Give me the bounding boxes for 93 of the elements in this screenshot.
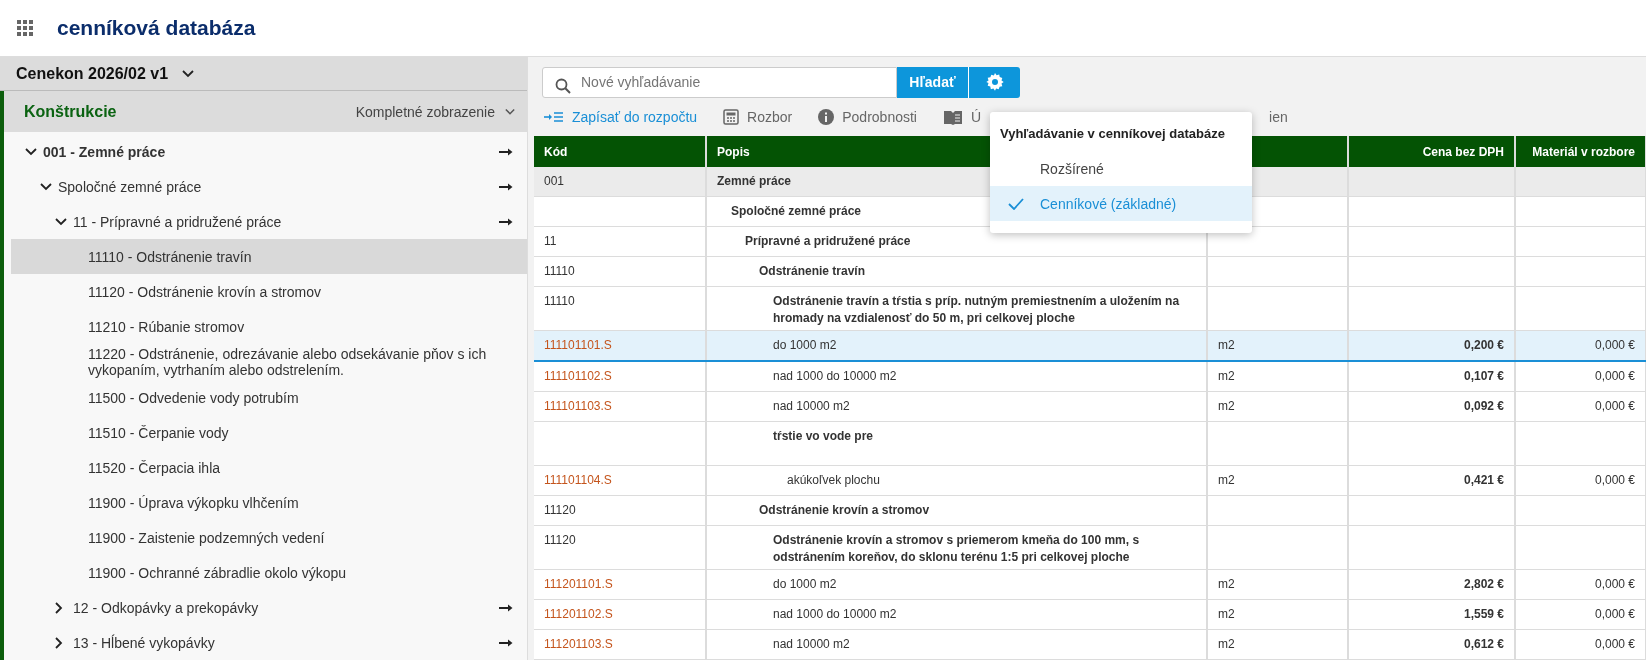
table-cell: 0,000 € — [1594, 473, 1635, 487]
table-cell: Odstránenie travín a tŕstia s príp. nutným premiestnením a uložením na hromady na vzdialenosť do 50 m, pri celkovej ploche — [773, 294, 1180, 325]
table-cell: 0,000 € — [1594, 607, 1635, 621]
table-cell: 11110 — [544, 294, 575, 308]
section-title: Konštrukcie — [24, 102, 117, 121]
table-cell: m2 — [1218, 399, 1235, 413]
tree-item[interactable]: 11900 - Zaistenie podzemných vedení — [11, 520, 527, 555]
tree-item[interactable]: 12 - Odkopávky a prekopávky — [11, 590, 527, 625]
tree-item[interactable]: 11510 - Čerpanie vody — [11, 415, 527, 450]
table-cell: 0,107 € — [1463, 369, 1504, 383]
chevron-right-icon — [55, 601, 63, 614]
table-cell: 111201102.S — [544, 607, 613, 621]
chevron-down-icon — [55, 217, 67, 226]
table-cell: 0,612 € — [1463, 637, 1504, 651]
tree-item[interactable]: 11210 - Rúbanie stromov — [11, 309, 527, 344]
table-cell: m2 — [1218, 338, 1235, 352]
table-cell: nad 10000 m2 — [773, 637, 850, 651]
tree-item[interactable]: 11900 - Úprava výkopku vlhčením — [11, 485, 527, 520]
calculator-icon — [723, 108, 740, 125]
app-title: cenníková databáza — [57, 16, 256, 40]
table-cell: 111201103.S — [544, 637, 613, 651]
info-icon — [818, 108, 835, 125]
table-cell: 111101104.S — [544, 473, 612, 487]
search-field[interactable]: Nové vyhľadávanie — [542, 67, 897, 98]
table-cell: 0,092 € — [1463, 399, 1504, 413]
table-cell: Odstránenie krovín a stromov — [759, 503, 930, 517]
table-cell: 111101101.S — [544, 338, 612, 352]
chevron-down-icon — [40, 182, 52, 191]
chevron-down-icon — [505, 107, 515, 116]
table-cell: 11 — [544, 234, 557, 248]
arrow-right-icon — [499, 638, 513, 647]
table-cell: do 1000 m2 — [773, 577, 837, 591]
table-cell: nad 1000 do 10000 m2 — [773, 369, 897, 383]
chevron-down-icon — [182, 69, 195, 78]
table-cell: nad 10000 m2 — [773, 399, 850, 413]
table-cell: 11120 — [544, 533, 576, 547]
column-header: Materiál v rozbore — [1515, 136, 1646, 167]
tree-item[interactable]: 11120 - Odstránenie krovín a stromov — [11, 274, 527, 309]
table-cell: 2,802 € — [1463, 577, 1504, 591]
settings-icon — [985, 73, 1004, 92]
table-cell: 0,000 € — [1594, 399, 1635, 413]
tree-item[interactable]: Spoločné zemné práce — [11, 169, 527, 204]
arrow-list-icon — [544, 110, 564, 123]
table-cell: 111101102.S — [544, 369, 612, 383]
column-header: Kód — [534, 136, 706, 167]
arrow-right-icon — [499, 217, 513, 226]
table-cell: akúkoľvek plochu — [787, 473, 880, 487]
column-header: Cena bez DPH — [1348, 136, 1515, 167]
table-cell: Spoločné zemné práce — [731, 204, 862, 218]
table-cell: m2 — [1218, 473, 1235, 487]
table-cell: m2 — [1218, 577, 1235, 591]
tree-item[interactable]: 11220 - Odstránenie, odrezávanie alebo odsekávanie pňov s ich vykopaním, vytrhaním alebo odstrelením. — [11, 344, 527, 380]
table-cell: 1,559 € — [1463, 607, 1504, 621]
table-cell: Odstránenie krovín a stromov s priemerom kmeňa do 100 mm, s odstránením koreňov, do sklonu terénu 1:5 pri celkovej ploche — [773, 533, 1140, 564]
table-cell: 11110 — [544, 264, 575, 278]
table-cell: 11120 — [544, 503, 576, 517]
apps-grid-icon[interactable] — [17, 20, 33, 36]
tree-item[interactable]: 11500 - Odvedenie vody potrubím — [11, 380, 527, 415]
tree-item[interactable]: 001 - Zemné práce — [11, 134, 527, 169]
table-cell: do 1000 m2 — [773, 338, 837, 352]
table-cell: m2 — [1218, 637, 1235, 651]
table-cell: Odstránenie travín — [759, 264, 866, 278]
settings-button[interactable] — [968, 67, 1020, 98]
table-cell: Zemné práce — [717, 174, 792, 188]
table-cell: 0,000 € — [1594, 637, 1635, 651]
table-cell: 0,000 € — [1594, 369, 1635, 383]
book-icon — [942, 108, 963, 125]
table-cell: Prípravné a pridružené práce — [745, 234, 911, 248]
tree-item[interactable]: 11 - Prípravné a pridružené práce — [11, 204, 527, 239]
arrow-right-icon — [499, 603, 513, 612]
table-cell: 0,000 € — [1594, 577, 1635, 591]
table-cell: 111201101.S — [544, 577, 613, 591]
arrow-right-icon — [499, 147, 513, 156]
table-cell: 0,000 € — [1594, 338, 1635, 352]
check-icon — [1008, 197, 1024, 210]
table-cell: 001 — [544, 174, 565, 188]
table-cell: 111101103.S — [544, 399, 612, 413]
version-selector[interactable]: Cenekon 2026/02 v1 — [0, 57, 527, 91]
version-label: Cenekon 2026/02 v1 — [16, 64, 169, 83]
table-cell: nad 1000 do 10000 m2 — [773, 607, 897, 621]
tree-item[interactable]: 11520 - Čerpacia ihla — [11, 450, 527, 485]
chevron-down-icon — [25, 147, 37, 156]
chevron-right-icon — [55, 636, 63, 649]
arrow-right-icon — [499, 182, 513, 191]
table-cell: 0,421 € — [1463, 473, 1504, 487]
tree-item[interactable]: 13 - Hĺbené vykopávky — [11, 625, 527, 660]
table-cell: m2 — [1218, 369, 1235, 383]
table-cell: m2 — [1218, 607, 1235, 621]
table-cell: tŕstie vo vode pre — [773, 429, 874, 443]
tree-item[interactable]: 11110 - Odstránenie travín — [11, 239, 527, 274]
search-icon — [555, 78, 571, 94]
table-cell: 0,200 € — [1463, 338, 1504, 352]
tree-item[interactable]: 11900 - Ochranné zábradlie okolo výkopu — [11, 555, 527, 590]
